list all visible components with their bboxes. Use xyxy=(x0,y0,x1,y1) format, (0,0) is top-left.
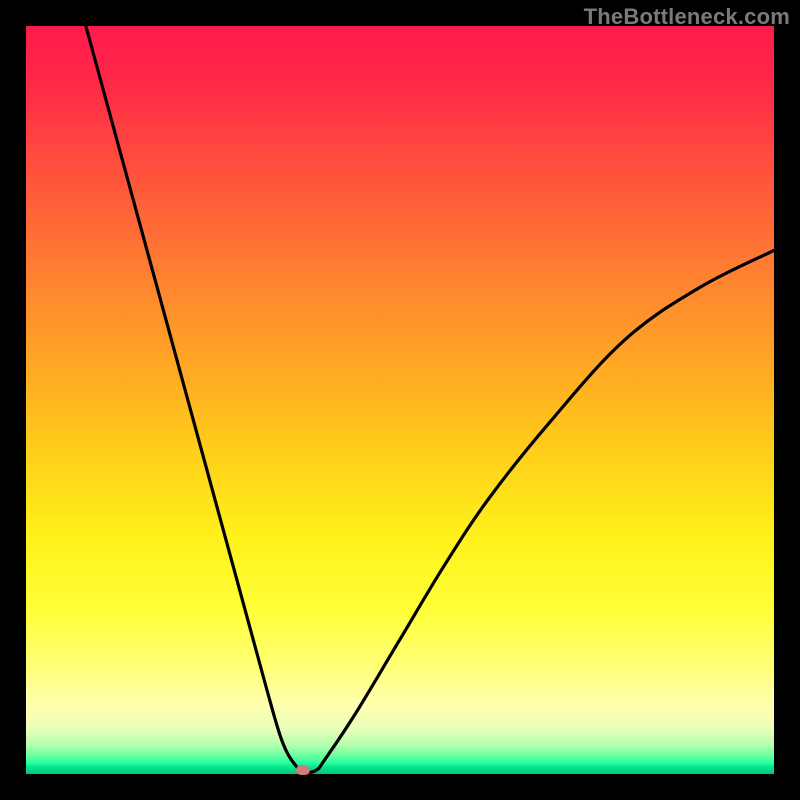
curve-svg xyxy=(26,26,774,774)
optimum-marker xyxy=(296,765,310,775)
bottleneck-curve xyxy=(86,26,774,772)
chart-container: TheBottleneck.com xyxy=(0,0,800,800)
plot-area xyxy=(26,26,774,774)
